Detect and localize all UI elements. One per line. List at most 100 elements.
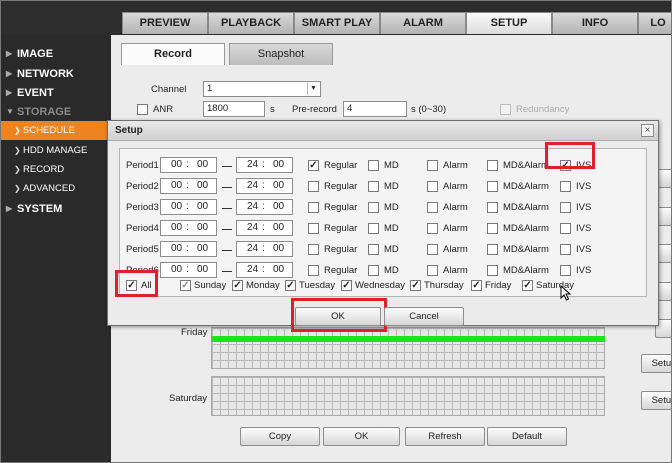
alarm-checkbox[interactable] <box>427 244 438 255</box>
subtab-record[interactable]: Record <box>121 43 225 65</box>
start-minute[interactable]: 00 <box>197 179 208 193</box>
alarm-checkbox[interactable] <box>427 160 438 171</box>
period-end-time[interactable]: 24:00 <box>236 178 293 194</box>
sidebar-item-event[interactable]: ▶ EVENT <box>1 83 111 103</box>
close-icon[interactable]: × <box>641 124 654 137</box>
tab-smart-play[interactable]: SMART PLAY <box>294 12 380 34</box>
sidebar-item-advanced[interactable]: ❯ ADVANCED <box>1 179 111 199</box>
sidebar-item-image[interactable]: ▶ IMAGE <box>1 44 111 64</box>
start-minute[interactable]: 00 <box>197 158 208 172</box>
md-checkbox[interactable] <box>368 202 379 213</box>
end-minute[interactable]: 00 <box>273 158 284 172</box>
end-hour[interactable]: 24 <box>247 179 258 193</box>
sidebar-item-network[interactable]: ▶ NETWORK <box>1 64 111 84</box>
channel-select[interactable]: 1 ▼ <box>203 81 321 97</box>
copy-button[interactable]: Copy <box>240 427 320 446</box>
alarm-checkbox[interactable] <box>427 265 438 276</box>
redundancy-checkbox[interactable] <box>500 104 511 115</box>
start-hour[interactable]: 00 <box>171 221 182 235</box>
day-checkbox-tuesday[interactable]: ✓ <box>285 280 296 291</box>
setup-button-saturday[interactable]: Setup <box>641 391 671 410</box>
end-hour[interactable]: 24 <box>247 221 258 235</box>
regular-checkbox[interactable] <box>308 223 319 234</box>
dialog-title[interactable]: Setup <box>108 121 658 141</box>
ok-button-main[interactable]: OK <box>323 427 400 446</box>
period-end-time[interactable]: 24:00 <box>236 220 293 236</box>
tab-info[interactable]: INFO <box>552 12 638 34</box>
refresh-button[interactable]: Refresh <box>405 427 485 446</box>
dialog-cancel-button[interactable]: Cancel <box>384 307 464 326</box>
day-checkbox-monday[interactable]: ✓ <box>232 280 243 291</box>
prerecord-input[interactable]: 4 <box>343 101 407 117</box>
end-hour[interactable]: 24 <box>247 200 258 214</box>
start-hour[interactable]: 00 <box>171 158 182 172</box>
ivs-checkbox[interactable] <box>560 181 571 192</box>
sidebar-item-hdd-manage[interactable]: ❯ HDD MANAGE <box>1 141 111 161</box>
md-checkbox[interactable] <box>368 265 379 276</box>
start-minute[interactable]: 00 <box>197 221 208 235</box>
alarm-checkbox[interactable] <box>427 181 438 192</box>
md-alarm-checkbox[interactable] <box>487 244 498 255</box>
start-minute[interactable]: 00 <box>197 263 208 277</box>
md-checkbox[interactable] <box>368 244 379 255</box>
end-minute[interactable]: 00 <box>273 200 284 214</box>
alarm-checkbox[interactable] <box>427 202 438 213</box>
tab-alarm[interactable]: ALARM <box>380 12 466 34</box>
setup-button-friday[interactable]: Setup <box>641 354 671 373</box>
regular-checkbox[interactable] <box>308 181 319 192</box>
regular-checkbox[interactable] <box>308 265 319 276</box>
end-minute[interactable]: 00 <box>273 242 284 256</box>
regular-checkbox[interactable] <box>308 202 319 213</box>
period-start-time[interactable]: 00:00 <box>160 262 217 278</box>
end-minute[interactable]: 00 <box>273 263 284 277</box>
md-alarm-checkbox[interactable] <box>487 181 498 192</box>
sidebar-item-system[interactable]: ▶ SYSTEM <box>1 199 111 219</box>
dialog-ok-button[interactable]: OK <box>295 307 381 326</box>
start-minute[interactable]: 00 <box>197 200 208 214</box>
tab-setup[interactable]: SETUP <box>466 12 552 34</box>
md-checkbox[interactable] <box>368 223 379 234</box>
end-hour[interactable]: 24 <box>247 242 258 256</box>
start-hour[interactable]: 00 <box>171 242 182 256</box>
md-alarm-checkbox[interactable] <box>487 265 498 276</box>
period-start-time[interactable]: 00:00 <box>160 178 217 194</box>
md-checkbox[interactable] <box>368 181 379 192</box>
start-hour[interactable]: 00 <box>171 200 182 214</box>
start-minute[interactable]: 00 <box>197 242 208 256</box>
anr-input[interactable]: 1800 <box>203 101 265 117</box>
md-alarm-checkbox[interactable] <box>487 202 498 213</box>
end-hour[interactable]: 24 <box>247 158 258 172</box>
anr-checkbox[interactable] <box>137 104 148 115</box>
subtab-snapshot[interactable]: Snapshot <box>229 43 333 65</box>
day-checkbox-wednesday[interactable]: ✓ <box>341 280 352 291</box>
start-hour[interactable]: 00 <box>171 263 182 277</box>
period-end-time[interactable]: 24:00 <box>236 241 293 257</box>
regular-checkbox[interactable] <box>308 244 319 255</box>
sidebar-item-storage[interactable]: ▼ STORAGE <box>1 102 111 122</box>
default-button[interactable]: Default <box>487 427 567 446</box>
tab-preview[interactable]: PREVIEW <box>122 12 208 34</box>
chevron-down-icon[interactable]: ▼ <box>307 83 319 95</box>
md-alarm-checkbox[interactable] <box>487 160 498 171</box>
period-start-time[interactable]: 00:00 <box>160 157 217 173</box>
tab-logout[interactable]: LO <box>638 12 671 34</box>
period-end-time[interactable]: 24:00 <box>236 262 293 278</box>
end-minute[interactable]: 00 <box>273 179 284 193</box>
period-end-time[interactable]: 24:00 <box>236 157 293 173</box>
timeline-grid-friday[interactable] <box>211 327 605 369</box>
day-checkbox-sunday[interactable]: ✓ <box>180 280 191 291</box>
day-checkbox-friday[interactable]: ✓ <box>471 280 482 291</box>
ivs-checkbox[interactable] <box>560 223 571 234</box>
end-minute[interactable]: 00 <box>273 221 284 235</box>
ivs-checkbox[interactable] <box>560 244 571 255</box>
period-start-time[interactable]: 00:00 <box>160 220 217 236</box>
tab-playback[interactable]: PLAYBACK <box>208 12 294 34</box>
day-checkbox-thursday[interactable]: ✓ <box>410 280 421 291</box>
period-start-time[interactable]: 00:00 <box>160 199 217 215</box>
ivs-checkbox[interactable] <box>560 202 571 213</box>
alarm-checkbox[interactable] <box>427 223 438 234</box>
regular-checkbox[interactable]: ✓ <box>308 160 319 171</box>
period-start-time[interactable]: 00:00 <box>160 241 217 257</box>
ivs-checkbox[interactable] <box>560 265 571 276</box>
day-checkbox-saturday[interactable]: ✓ <box>522 280 533 291</box>
